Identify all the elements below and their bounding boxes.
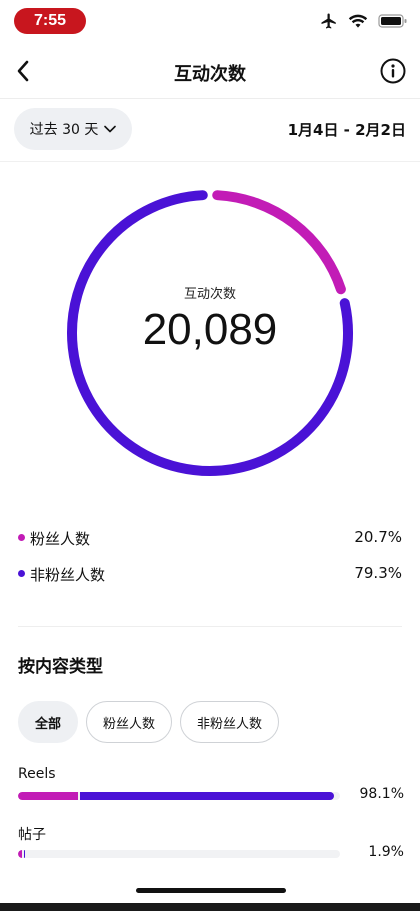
content-type-bar-track [18,792,340,800]
info-icon [380,58,406,84]
legend-label: 非粉丝人数 [30,566,106,584]
bar-segment-non-followers [80,792,334,800]
nav-bar: 互动次数 [0,44,420,99]
time-range-dropdown[interactable]: 过去 30 天 [14,108,132,150]
chip-all[interactable]: 全部 [18,701,79,743]
interactions-donut-chart: 互动次数 20,089 [66,189,354,477]
section-divider [18,626,402,627]
legend-item-followers: 粉丝人数 20.7% [0,520,420,556]
content-type-item-reels: Reels 98.1% [18,766,404,802]
filter-row: 过去 30 天 1月4日 - 2月2日 [0,99,420,162]
wifi-icon [348,14,368,28]
legend-dot-followers [18,534,25,541]
chip-non-followers[interactable]: 非粉丝人数 [180,701,280,743]
legend: 粉丝人数 20.7% 非粉丝人数 79.3% [0,520,420,592]
donut-segment-followers [212,190,346,295]
chevron-down-icon [104,125,117,133]
legend-value: 20.7% [354,528,402,546]
content-type-value: 98.1% [359,786,404,802]
content-type-bar-track [18,850,340,858]
content-type-item-posts: 帖子 1.9% [18,824,404,860]
donut-center-value: 20,089 [142,305,278,354]
content-type-label: 帖子 [18,827,46,843]
legend-item-non-followers: 非粉丝人数 79.3% [0,556,420,592]
audience-filter-chips: 全部 粉丝人数 非粉丝人数 [18,701,280,743]
chip-followers[interactable]: 粉丝人数 [86,701,173,743]
battery-icon [378,14,407,28]
status-time: 7:55 [14,8,86,34]
time-range-label: 过去 30 天 [29,122,99,138]
content-type-label: Reels [18,766,56,782]
status-bar: 7:55 [0,0,420,44]
status-icons [320,12,408,30]
bar-segment-followers [18,850,22,858]
info-button[interactable] [378,56,408,86]
bar-segment-followers [18,792,79,800]
bottom-edge [0,903,420,911]
legend-label: 粉丝人数 [30,530,91,548]
home-indicator [136,888,286,893]
legend-value: 79.3% [354,564,402,582]
airplane-icon [321,13,336,29]
content-type-value: 1.9% [368,844,404,860]
date-range: 1月4日 - 2月2日 [287,121,406,139]
legend-dot-non-followers [18,570,25,577]
page-title: 互动次数 [174,64,246,85]
content-type-section-title: 按内容类型 [18,657,103,677]
donut-center-label: 互动次数 [183,287,236,302]
